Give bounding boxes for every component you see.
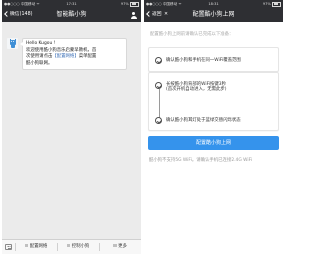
status-bar: ●●○○○ 中国移动 ᯤ 18:31 97% <box>144 0 283 8</box>
configure-network-button[interactable]: 配置酷小狗上网 <box>148 136 279 150</box>
dog-avatar-icon[interactable] <box>7 38 18 49</box>
check-circle-icon <box>155 57 162 64</box>
step-2-subtext: (首次开机自动进入，无需此步) <box>166 87 227 93</box>
person-icon[interactable] <box>130 12 137 19</box>
page-title: 智能酷小狗 <box>56 11 87 18</box>
nav-bar: 返回 ✕ 配置酷小狗上网 <box>144 8 283 22</box>
menu-item-label: 控制小狗 <box>71 244 90 249</box>
battery-icon <box>130 1 139 7</box>
wifi-hint: 酷小狗不支持5G WiFi。请确认手机已连接2.4G WiFi <box>149 158 253 163</box>
keyboard-icon[interactable] <box>5 243 12 250</box>
menu-lines-icon <box>113 244 117 247</box>
dog-body <box>10 44 15 48</box>
battery-percent: 97% <box>262 2 271 6</box>
battery-icon <box>272 1 281 7</box>
status-bar: ●●○○○ 中国移动 ᯤ 17:31 97% <box>2 0 141 8</box>
step-card-1: 确认酷小狗和手机在同一WiFi覆盖范围 <box>148 47 279 72</box>
chat-screen: ●●○○○ 中国移动 ᯤ 17:31 97% 微信(148) 智能酷小狗 Hel… <box>2 0 141 254</box>
dog-eye-right <box>13 41 14 42</box>
dog-eye-left <box>11 41 12 42</box>
step-1-text: 确认酷小狗和手机在同一WiFi覆盖范围 <box>166 57 241 63</box>
menu-item-configure-network[interactable]: 配置网络 <box>15 240 57 254</box>
instructions-subtitle: 配置酷小狗上网前请确认已完成以下准备： <box>150 32 234 37</box>
message-line-2-pre: 次使用请点击 <box>26 54 53 59</box>
menu-item-label: 配置网络 <box>29 244 48 249</box>
menu-item-more[interactable]: 更多 <box>99 240 141 254</box>
step-2-text: 长按酷小狗背部的WiFi按键3秒 (首次开机自动进入，无需此步) <box>166 82 227 93</box>
menu-item-control-dog[interactable]: 控制小狗 <box>57 240 99 254</box>
check-circle-icon <box>155 117 162 124</box>
battery-percent: 97% <box>120 2 129 6</box>
network-setup-screen: ●●○○○ 中国移动 ᯤ 18:31 97% 返回 ✕ 配置酷小狗上网 配置酷小… <box>144 0 283 254</box>
message-line-2-post: 菜单配置 <box>78 54 97 59</box>
battery-indicator: 97% <box>263 0 281 8</box>
menu-bar: 配置网络 控制小狗 更多 <box>2 239 141 254</box>
step-connector <box>158 89 160 118</box>
message-line-3: 酷小狗联网。 <box>26 60 53 66</box>
step-card-2: 长按酷小狗背部的WiFi按键3秒 (首次开机自动进入，无需此步) 确认酷小狗耳灯… <box>148 72 279 131</box>
menu-lines-icon <box>66 244 71 247</box>
nav-bar: 微信(148) 智能酷小狗 <box>2 8 141 22</box>
message-bubble: Hello Kugou ! 欢迎使用酷小狗音乐启蒙早教机，首 次使用请点击【配置… <box>20 38 127 70</box>
configure-network-link[interactable]: 【配置网络】 <box>52 54 78 59</box>
menu-item-label: 更多 <box>118 244 127 249</box>
battery-indicator: 97% <box>121 0 139 8</box>
page-title: 配置酷小狗上网 <box>192 11 235 18</box>
menu-lines-icon <box>24 244 29 247</box>
check-circle-icon <box>155 82 162 89</box>
step-3-text: 确认酷小狗耳灯处于蓝绿交替闪烁状态 <box>166 117 241 123</box>
